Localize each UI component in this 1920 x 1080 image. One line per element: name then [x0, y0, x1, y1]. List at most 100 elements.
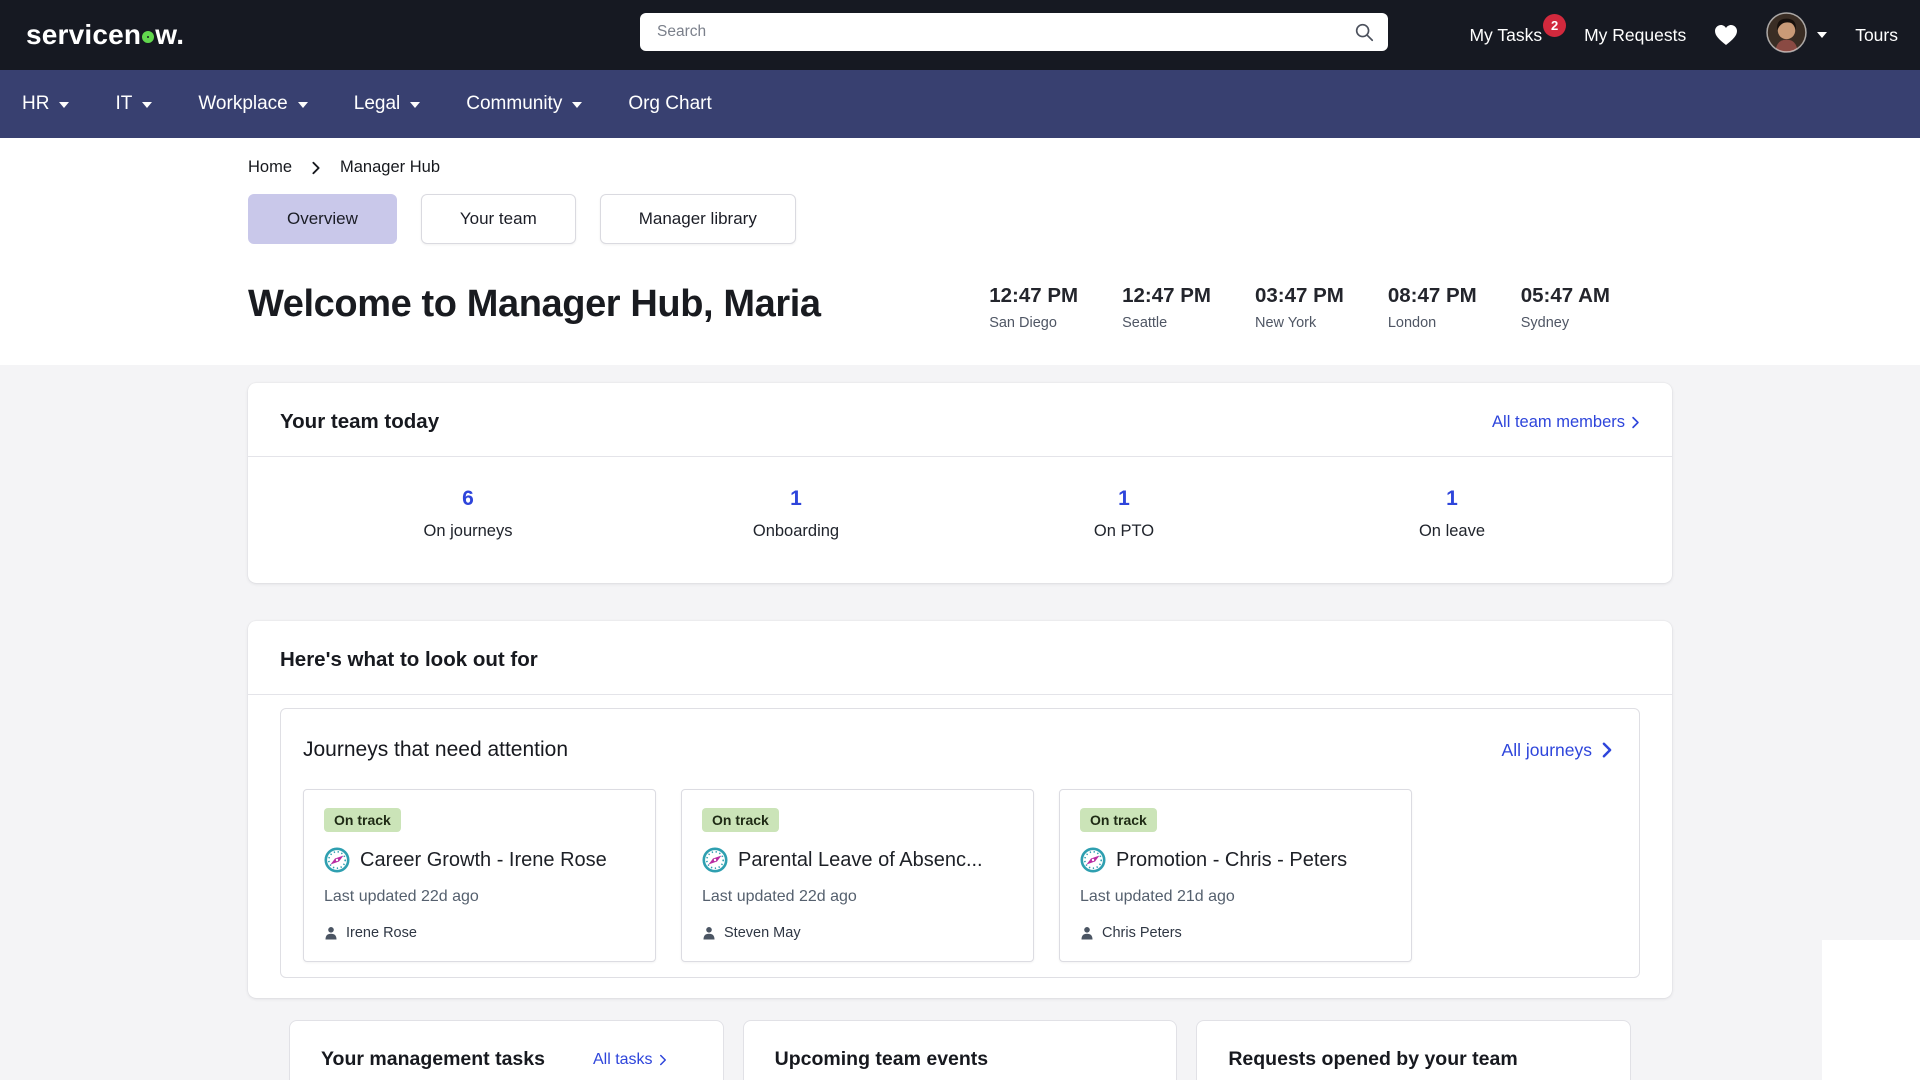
- search-icon[interactable]: [1353, 21, 1375, 43]
- bottom-right-panel: [1822, 940, 1920, 1080]
- search-input[interactable]: [640, 13, 1353, 51]
- management-tasks-title: Your management tasks: [321, 1048, 545, 1070]
- tours-link[interactable]: Tours: [1855, 25, 1898, 46]
- person-icon: [325, 927, 337, 940]
- compass-icon: [1080, 847, 1106, 873]
- clock-sydney: 05:47 AM Sydney: [1521, 284, 1610, 331]
- stat-label: Onboarding: [752, 522, 840, 540]
- chevron-down-icon: [297, 102, 308, 108]
- dashboard-body: Your team today All team members 6 On jo…: [0, 365, 1920, 1080]
- compass-icon: [702, 847, 728, 873]
- management-tasks-header: Your management tasks All tasks: [290, 1021, 723, 1080]
- chevron-right-icon: [1632, 416, 1639, 428]
- tab-manager-library[interactable]: Manager library: [599, 194, 796, 244]
- clock-time: 08:47 PM: [1387, 284, 1477, 307]
- favorites-heart-icon[interactable]: [1714, 24, 1738, 46]
- team-requests-header: Requests opened by your team: [1197, 1021, 1630, 1080]
- journey-person: Irene Rose: [324, 925, 635, 941]
- world-clocks: 12:47 PM San Diego 12:47 PM Seattle 03:4…: [989, 284, 1610, 331]
- team-events-card: Upcoming team events: [742, 1020, 1178, 1080]
- my-tasks-link[interactable]: My Tasks 2: [1469, 13, 1567, 46]
- status-badge: On track: [702, 808, 779, 832]
- clock-city: New York: [1254, 315, 1317, 331]
- breadcrumb: Home Manager Hub: [248, 158, 1920, 177]
- team-stats-row: 6 On journeys 1 Onboarding 1 On PTO 1 On…: [248, 457, 1672, 583]
- team-requests-card: Requests opened by your team: [1196, 1020, 1632, 1080]
- logo-text-right: w.: [155, 19, 185, 50]
- management-tasks-card: Your management tasks All tasks: [289, 1020, 724, 1080]
- my-requests-link[interactable]: My Requests: [1584, 25, 1686, 46]
- journey-person: Steven May: [702, 925, 1013, 941]
- page-intro-section: Home Manager Hub Overview Your team Mana…: [0, 138, 1920, 365]
- stat-value-link[interactable]: 1: [1288, 487, 1616, 511]
- clock-time: 05:47 AM: [1520, 284, 1610, 307]
- person-icon: [1081, 927, 1093, 940]
- link-label: All journeys: [1501, 739, 1592, 760]
- journey-title: Career Growth - Irene Rose: [360, 848, 607, 871]
- servicenow-logo[interactable]: servicen w.: [26, 19, 184, 51]
- user-menu[interactable]: [1766, 12, 1828, 58]
- stat-on-journeys: 6 On journeys: [304, 487, 632, 541]
- journeys-title: Journeys that need attention: [303, 738, 569, 761]
- user-avatar[interactable]: [1766, 12, 1807, 58]
- clock-city: San Diego: [989, 315, 1057, 331]
- compass-icon: [324, 847, 350, 873]
- person-name: Chris Peters: [1102, 925, 1182, 941]
- chevron-right-icon: [1602, 742, 1612, 758]
- stat-value-link[interactable]: 6: [304, 487, 632, 511]
- stat-label: On leave: [1418, 522, 1486, 540]
- stat-on-pto: 1 On PTO: [960, 487, 1288, 541]
- header-actions: My Tasks 2 My Requests Tours: [1469, 0, 1898, 70]
- nav-item-it[interactable]: IT: [115, 93, 153, 115]
- all-team-members-link[interactable]: All team members: [1492, 413, 1640, 432]
- journey-card-parental-leave[interactable]: On track Parental Leave of Absenc... Las…: [681, 789, 1034, 962]
- chevron-down-icon: [142, 102, 153, 108]
- nav-label: Org Chart: [628, 93, 712, 114]
- breadcrumb-home[interactable]: Home: [248, 158, 292, 177]
- nav-item-legal[interactable]: Legal: [354, 93, 421, 115]
- clock-new-york: 03:47 PM New York: [1255, 284, 1344, 331]
- journey-updated: Last updated 22d ago: [702, 888, 857, 905]
- person-name: Steven May: [724, 925, 801, 941]
- clock-london: 08:47 PM London: [1388, 284, 1477, 331]
- clock-time: 03:47 PM: [1254, 284, 1344, 307]
- journeys-header: Journeys that need attention All journey…: [303, 738, 1617, 762]
- stat-onboarding: 1 Onboarding: [632, 487, 960, 541]
- lookout-header: Here's what to look out for: [248, 621, 1672, 694]
- journey-card-promotion[interactable]: On track Promotion - Chris - Peters Last…: [1059, 789, 1412, 962]
- link-label: All tasks: [592, 1050, 653, 1068]
- all-tasks-link[interactable]: All tasks: [593, 1051, 667, 1069]
- journey-person: Chris Peters: [1080, 925, 1391, 941]
- all-journeys-link[interactable]: All journeys: [1502, 740, 1613, 761]
- lookout-card: Here's what to look out for Journeys tha…: [248, 621, 1672, 998]
- global-search[interactable]: [640, 13, 1388, 51]
- lookout-body: Journeys that need attention All journey…: [248, 695, 1672, 998]
- nav-item-org-chart[interactable]: Org Chart: [628, 93, 711, 115]
- clock-time: 12:47 PM: [1122, 284, 1211, 307]
- tab-overview[interactable]: Overview: [248, 194, 397, 244]
- nav-label: Legal: [353, 93, 401, 114]
- person-icon: [703, 927, 715, 940]
- journey-updated: Last updated 21d ago: [1080, 888, 1235, 905]
- nav-item-hr[interactable]: HR: [22, 93, 70, 115]
- chevron-down-icon: [410, 102, 421, 108]
- stat-value-link[interactable]: 1: [960, 487, 1288, 511]
- primary-nav: HR IT Workplace Legal Community Org Char…: [0, 70, 1920, 138]
- clock-city: Sydney: [1520, 315, 1570, 331]
- logo-text-left: servicen: [26, 19, 142, 50]
- logo-green-o-icon: [142, 31, 155, 43]
- nav-item-community[interactable]: Community: [466, 93, 583, 115]
- link-label: All team members: [1492, 412, 1625, 431]
- top-header: servicen w. My Tasks 2 My Requests: [0, 0, 1920, 70]
- journey-card-career-growth[interactable]: On track Career Growth - Irene Rose Last…: [303, 789, 656, 962]
- tab-your-team[interactable]: Your team: [420, 194, 576, 244]
- my-tasks-label: My Tasks: [1469, 24, 1543, 45]
- stat-on-leave: 1 On leave: [1288, 487, 1616, 541]
- journey-title-row: Career Growth - Irene Rose: [324, 847, 635, 873]
- stat-value-link[interactable]: 1: [632, 487, 960, 511]
- my-tasks-badge: 2: [1543, 13, 1567, 37]
- nav-label: Community: [466, 93, 563, 114]
- nav-item-workplace[interactable]: Workplace: [198, 93, 308, 115]
- chevron-down-icon[interactable]: [1817, 32, 1828, 38]
- chevron-down-icon: [572, 102, 583, 108]
